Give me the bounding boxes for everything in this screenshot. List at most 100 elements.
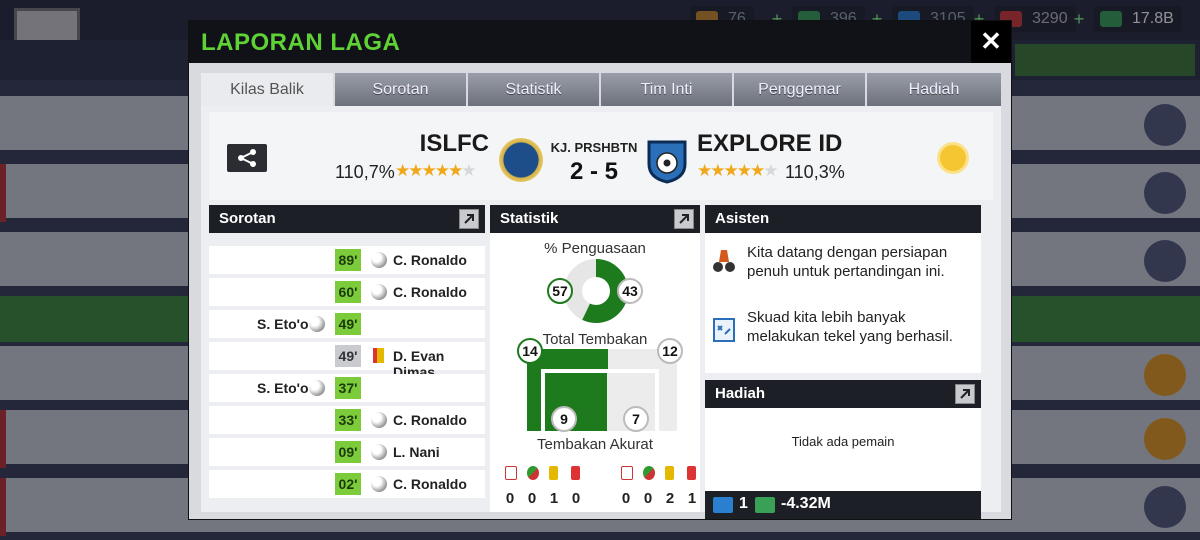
tab-kilas-balik[interactable]: Kilas Balik [201,73,335,106]
expand-icon [960,389,970,399]
tab-hadiah[interactable]: Hadiah [867,73,1001,106]
highlights-header: Sorotan [209,205,485,233]
tab-penggemar[interactable]: Penggemar [734,73,867,106]
event-player: S. Eto'o [257,380,309,396]
event-player: C. Ronaldo [393,252,467,268]
rewards-body [705,408,981,491]
possession-label: % Penguasaan [544,240,646,257]
reward-summary: 1 -4.32M [705,491,981,519]
tab-statistik[interactable]: Statistik [468,73,601,106]
event-minute: 49' [335,345,361,367]
possession-home-value: 57 [547,278,573,304]
home-team-name: ISLFC [419,130,489,157]
away-team-rating: 110,3% [785,162,845,182]
accurate-shots-label: Tembakan Akurat [537,436,653,453]
event-player: C. Ronaldo [393,476,467,492]
goal-ball-icon [371,284,387,300]
dialog-title: LAPORAN LAGA [201,29,401,56]
match-report-dialog: LAPORAN LAGA ✕ Kilas Balik Sorotan Stati… [188,20,1012,520]
red-card-icon [571,466,580,480]
assistant-message: Skuad kita lebih banyak melakukan tekel … [747,309,953,345]
home-star-rating: ★★★★★★ [395,161,476,180]
goal-ball-icon [309,380,325,396]
assistant-header: Asisten [705,205,981,233]
money-reward: -4.32M [781,495,831,512]
expand-icon [464,214,474,224]
substitution-icon [527,466,539,480]
home-red-cards: 0 [571,490,581,507]
close-button[interactable]: ✕ [971,21,1011,63]
highlight-row: 33' C. Ronaldo [209,406,485,434]
home-substitutions: 0 [527,490,537,507]
highlight-row: 09' L. Nani [209,438,485,466]
share-button[interactable] [227,144,267,172]
red-card-icon [687,466,696,480]
expand-rewards-button[interactable] [955,384,975,404]
goal-ball-icon [371,252,387,268]
final-score: 2 - 5 [569,158,619,185]
event-minute: 49' [335,313,361,335]
yellow-card-icon [549,466,558,480]
event-player: L. Nani [393,444,440,460]
score-label: KJ. PRSHBTN [550,140,638,155]
home-yellow-cards: 1 [549,490,559,507]
score-banner: ISLFC 110,7% ★★★★★★ KJ. PRSHBTN 2 - 5 EX… [209,112,993,200]
event-minute: 89' [335,249,361,271]
accurate-away-value: 7 [623,406,649,432]
expand-stats-button[interactable] [674,209,694,229]
event-minute: 33' [335,409,361,431]
yellow-card-icon [373,348,384,363]
away-star-rating: ★★★★★★ [697,161,778,180]
goal-ball-icon [371,476,387,492]
dialog-header: LAPORAN LAGA ✕ [189,21,1011,63]
tab-tim-inti[interactable]: Tim Inti [601,73,734,106]
shots-home-value: 14 [517,338,543,364]
event-player: C. Ronaldo [393,284,467,300]
goal-ball-icon [371,444,387,460]
away-team-crest [647,140,687,184]
energy-reward: 1 [739,495,748,512]
goal-ball-icon [371,412,387,428]
home-injuries: 0 [505,490,515,507]
energy-icon [713,497,733,513]
money-icon [755,497,775,513]
event-minute: 09' [335,441,361,463]
highlight-row: S. Eto'o 49' [209,310,485,338]
possession-away-value: 43 [617,278,643,304]
highlight-row: 60' C. Ronaldo [209,278,485,306]
event-minute: 37' [335,377,361,399]
recap-panel: ISLFC 110,7% ★★★★★★ KJ. PRSHBTN 2 - 5 EX… [201,106,1001,519]
injury-icon [621,466,633,480]
home-team-rating: 110,7% [335,162,395,182]
event-player: C. Ronaldo [393,412,467,428]
training-icon [713,250,735,272]
expand-highlights-button[interactable] [459,209,479,229]
tab-bar: Kilas Balik Sorotan Statistik Tim Inti P… [201,73,1001,106]
highlight-row: 02' C. Ronaldo [209,470,485,498]
event-minute: 60' [335,281,361,303]
accurate-home-value: 9 [551,406,577,432]
away-yellow-cards: 2 [665,490,675,507]
highlight-row: 49' D. Evan Dimas [209,342,485,380]
sun-icon [937,142,969,174]
rewards-header: Hadiah [705,380,981,408]
stats-header: Statistik [490,205,700,233]
expand-icon [679,214,689,224]
tactics-board-icon [713,318,735,342]
no-player-text: Tidak ada pemain [791,434,895,449]
injury-icon [505,466,517,480]
goal-ball-icon [309,316,325,332]
event-minute: 02' [335,473,361,495]
home-team-crest [499,138,543,182]
highlight-row: S. Eto'o 37' [209,374,485,402]
away-team-name: EXPLORE ID [697,130,843,157]
shots-away-value: 12 [657,338,683,364]
highlight-row: 89' C. Ronaldo [209,246,485,274]
away-injuries: 0 [621,490,631,507]
substitution-icon [643,466,655,480]
assistant-message: Kita datang dengan persiapan penuh untuk… [747,244,948,280]
away-red-cards: 1 [687,490,697,507]
yellow-card-icon [665,466,674,480]
tab-sorotan[interactable]: Sorotan [335,73,468,106]
share-icon [238,149,256,167]
